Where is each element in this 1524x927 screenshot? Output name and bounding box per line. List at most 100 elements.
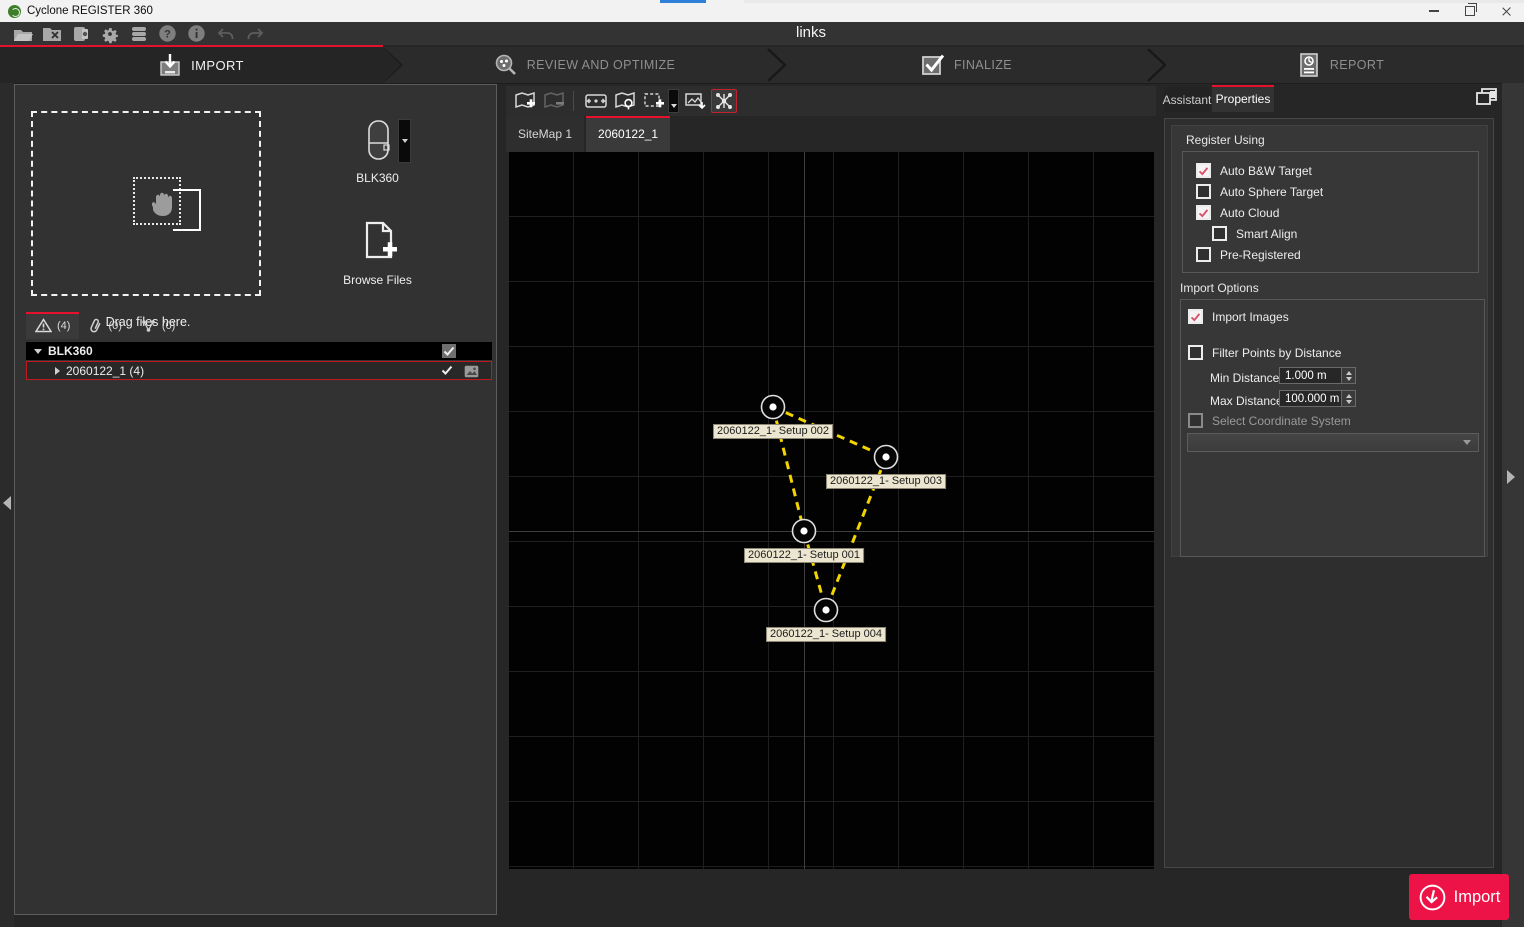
attachment-tab-count: (4) xyxy=(57,320,70,332)
register-option-checkbox[interactable] xyxy=(1196,247,1211,262)
attachment-tab-2[interactable]: (0) xyxy=(131,312,184,339)
filter-points-label: Filter Points by Distance xyxy=(1212,346,1341,360)
project-title: links xyxy=(796,24,826,41)
restore-button[interactable] xyxy=(1452,0,1488,22)
select-area-button[interactable] xyxy=(641,89,667,113)
drag-drop-zone[interactable]: Drag files here. xyxy=(31,111,261,296)
import-options-title: Import Options xyxy=(1180,281,1259,295)
remove-sitemap-button[interactable] xyxy=(541,89,567,113)
workflow-step-review-and-optimize[interactable]: REVIEW AND OPTIMIZE xyxy=(392,47,776,83)
map-pin-icon xyxy=(614,91,636,111)
select-cs-option[interactable]: Select Coordinate System xyxy=(1188,413,1351,428)
sitemap-canvas[interactable]: 2060122_1- Setup 002 2060122_1- Setup 003… xyxy=(509,152,1154,869)
register-option[interactable]: Auto B&W Target xyxy=(1196,163,1470,178)
pano-view-button[interactable] xyxy=(583,89,609,113)
max-distance-label: Max Distance xyxy=(1210,394,1283,408)
blk360-device-button[interactable] xyxy=(359,119,397,168)
register-option-checkbox[interactable] xyxy=(1196,163,1211,178)
max-distance-input[interactable]: 100.000 m xyxy=(1279,390,1342,407)
import-project-button[interactable] xyxy=(67,23,94,44)
setup-label-004[interactable]: 2060122_1- Setup 004 xyxy=(766,627,886,642)
import-options-group: Import Images Filter Points by Distance … xyxy=(1180,299,1485,557)
register-option[interactable]: Auto Sphere Target xyxy=(1196,184,1470,199)
open-project-button[interactable] xyxy=(9,23,36,44)
register-option[interactable]: Pre-Registered xyxy=(1196,247,1470,262)
thumbnail-icon[interactable] xyxy=(464,365,479,381)
sitemap-tab-2060122_1[interactable]: 2060122_1 xyxy=(586,116,670,152)
collapse-left-arrow[interactable] xyxy=(3,496,11,510)
setup-label-003[interactable]: 2060122_1- Setup 003 xyxy=(826,474,946,489)
setup-point-003[interactable] xyxy=(875,446,898,469)
add-sitemap-button[interactable] xyxy=(512,89,538,113)
map-pin-button[interactable] xyxy=(612,89,638,113)
redo-button[interactable] xyxy=(241,23,268,44)
setup-link[interactable] xyxy=(804,531,826,610)
row-checkmark[interactable] xyxy=(441,365,453,376)
image-export-button[interactable] xyxy=(682,89,708,113)
redo-icon xyxy=(246,26,264,42)
step-down-icon xyxy=(1346,400,1352,404)
window-controls xyxy=(1416,0,1524,22)
setup-point-004[interactable] xyxy=(815,599,838,622)
min-distance-field: 1.000 m xyxy=(1279,367,1356,384)
register-using-title: Register Using xyxy=(1186,133,1265,147)
min-distance-stepper[interactable] xyxy=(1342,367,1356,384)
coordinate-system-dropdown[interactable] xyxy=(1187,433,1479,452)
undo-button[interactable] xyxy=(212,23,239,44)
row-checkbox[interactable] xyxy=(442,344,456,358)
tree-row-label: BLK360 xyxy=(48,344,93,358)
caret-right-icon[interactable] xyxy=(55,367,60,375)
sitemap-tab-label: SiteMap 1 xyxy=(518,127,572,141)
register-option[interactable]: Auto Cloud xyxy=(1196,205,1470,220)
max-distance-stepper[interactable] xyxy=(1342,390,1356,407)
tab-properties[interactable]: Properties xyxy=(1212,85,1274,112)
tool-dropdown[interactable] xyxy=(668,89,679,113)
min-distance-input[interactable]: 1.000 m xyxy=(1279,367,1342,384)
window-title: Cyclone REGISTER 360 xyxy=(27,5,153,17)
layout-windows-icon[interactable] xyxy=(1474,86,1500,113)
import-button[interactable]: Import xyxy=(1409,874,1509,920)
tab-assistant[interactable]: Assistant xyxy=(1164,87,1210,112)
register-option-checkbox[interactable] xyxy=(1212,226,1227,241)
report-step-icon xyxy=(1296,52,1322,78)
register-option[interactable]: Smart Align xyxy=(1212,226,1470,241)
close-project-icon xyxy=(42,26,62,42)
setup-point-002[interactable] xyxy=(762,396,785,419)
minimize-button[interactable] xyxy=(1416,0,1452,22)
links-view-button[interactable] xyxy=(711,89,737,113)
tree-row[interactable]: 2060122_1 (4) xyxy=(26,361,492,380)
close-project-button[interactable] xyxy=(38,23,65,44)
browse-files-label: Browse Files xyxy=(315,273,440,287)
import-images-option[interactable]: Import Images xyxy=(1188,309,1289,324)
undo-icon xyxy=(217,26,235,42)
collapse-right-arrow[interactable] xyxy=(1507,470,1515,484)
settings-gear-button[interactable] xyxy=(96,23,123,44)
attachment-tab-0[interactable]: (4) xyxy=(26,312,79,339)
restore-icon xyxy=(1465,6,1475,16)
filter-points-option[interactable]: Filter Points by Distance xyxy=(1188,345,1341,360)
close-button[interactable] xyxy=(1488,0,1524,22)
import-images-checkbox[interactable] xyxy=(1188,309,1203,324)
tree-row[interactable]: BLK360 xyxy=(26,342,492,360)
select-cs-checkbox[interactable] xyxy=(1188,413,1203,428)
device-dropdown[interactable] xyxy=(398,119,411,163)
workflow-step-report[interactable]: REPORT xyxy=(1156,47,1524,83)
sitemap-tab-sitemap-1[interactable]: SiteMap 1 xyxy=(506,116,584,152)
about-button[interactable] xyxy=(183,23,210,44)
panel-tab-label: Assistant xyxy=(1163,93,1212,107)
storage-button[interactable] xyxy=(125,23,152,44)
workflow-step-finalize[interactable]: FINALIZE xyxy=(776,47,1156,83)
caret-down-icon[interactable] xyxy=(34,349,42,354)
help-button[interactable]: ? xyxy=(154,23,181,44)
setup-label-001[interactable]: 2060122_1- Setup 001 xyxy=(744,548,864,563)
register-option-label: Auto Sphere Target xyxy=(1220,185,1323,199)
browse-files-button[interactable] xyxy=(359,221,399,270)
setup-point-001[interactable] xyxy=(793,520,816,543)
register-option-checkbox[interactable] xyxy=(1196,184,1211,199)
attachment-tab-1[interactable]: (0) xyxy=(79,312,130,339)
filter-points-checkbox[interactable] xyxy=(1188,345,1203,360)
workflow-step-import[interactable]: IMPORT xyxy=(0,47,401,83)
register-option-checkbox[interactable] xyxy=(1196,205,1211,220)
setup-label-002[interactable]: 2060122_1- Setup 002 xyxy=(713,424,833,439)
toolbar-icon-group: ? xyxy=(0,23,268,44)
